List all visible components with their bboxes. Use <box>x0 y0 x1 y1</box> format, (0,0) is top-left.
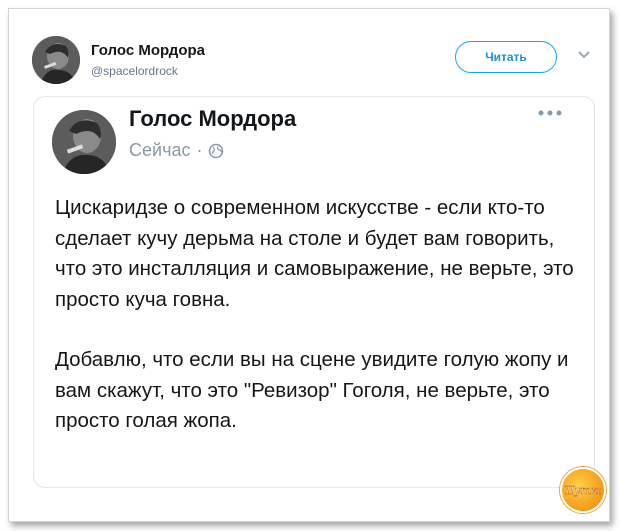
globe-icon <box>209 143 224 158</box>
quoted-author-avatar[interactable] <box>52 110 116 174</box>
avatar-photo <box>32 36 80 84</box>
tweet-paragraph: Цискаридзе о современном искусстве - есл… <box>55 196 574 311</box>
author-avatar[interactable] <box>32 36 80 84</box>
svg-text:Шутка: Шутка <box>565 484 601 497</box>
tweet-timestamp[interactable]: Сейчас <box>129 140 190 161</box>
quoted-author-name[interactable]: Голос Мордора <box>129 106 296 132</box>
meta-separator: · <box>196 140 203 160</box>
watermark-lettering: Шутка <box>565 484 601 497</box>
site-watermark-logo: Шутка <box>560 467 606 513</box>
follow-button[interactable]: Читать <box>455 41 557 73</box>
tweet-meta: Сейчас · <box>129 140 224 161</box>
avatar-photo <box>52 110 116 174</box>
chevron-down-icon[interactable] <box>577 50 591 60</box>
tweet-text: Цискаридзе о современном искусстве - есл… <box>55 193 575 437</box>
author-handle[interactable]: @spacelordrock <box>91 64 178 78</box>
follow-button-label: Читать <box>485 50 527 64</box>
author-name[interactable]: Голос Мордора <box>91 42 205 59</box>
tweet-paragraph: Добавлю, что если вы на сцене увидите го… <box>55 348 569 432</box>
more-options-icon[interactable] <box>536 108 564 118</box>
